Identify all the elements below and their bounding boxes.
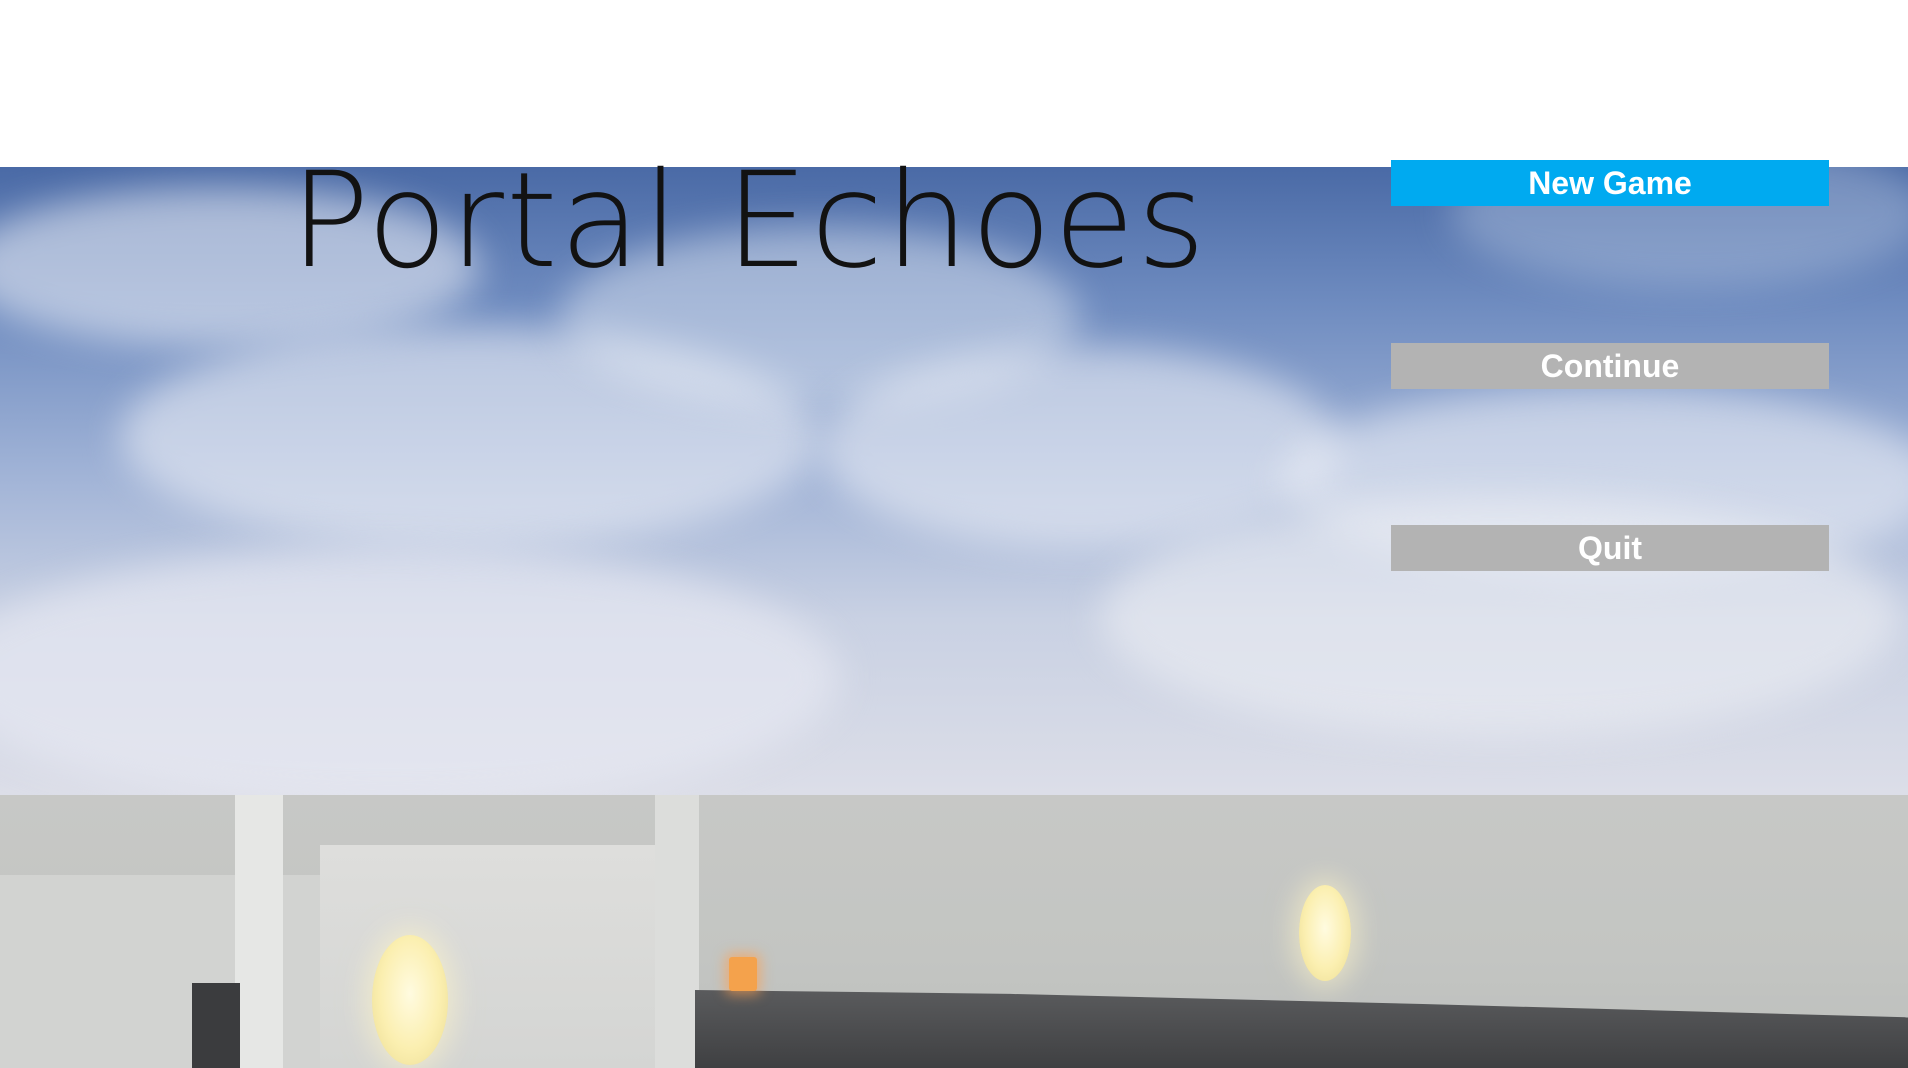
quit-label: Quit xyxy=(1578,529,1642,566)
quit-button[interactable]: Quit xyxy=(1391,525,1829,571)
light-orb-left xyxy=(372,935,448,1065)
continue-label: Continue xyxy=(1540,347,1680,384)
level-geometry xyxy=(0,795,1908,1068)
top-letterbox xyxy=(0,0,1908,167)
game-viewport xyxy=(0,167,1908,1068)
light-orb-right xyxy=(1299,885,1351,981)
new-game-button[interactable]: New Game xyxy=(1391,160,1829,206)
warning-lamp xyxy=(729,957,757,991)
game-title: Portal Echoes xyxy=(290,144,1208,298)
new-game-label: New Game xyxy=(1528,164,1692,201)
game-window: Portal Echoes New Game Continue Quit xyxy=(0,0,1908,1068)
continue-button[interactable]: Continue xyxy=(1391,343,1829,389)
